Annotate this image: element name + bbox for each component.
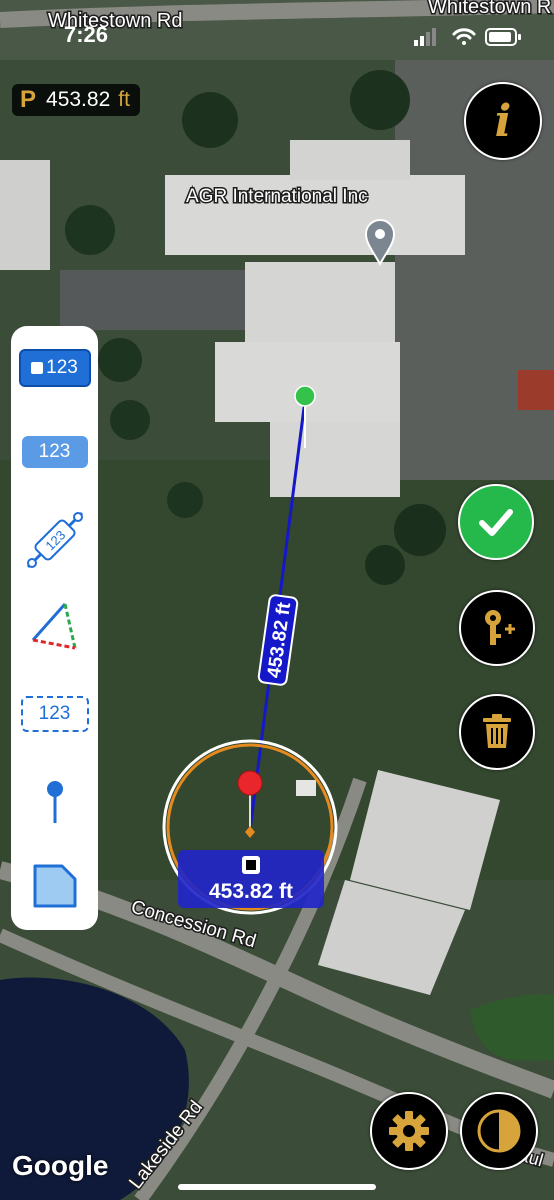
pin-icon — [46, 781, 63, 823]
settings-button[interactable] — [370, 1092, 448, 1170]
tool-palette: 123 123 123 123 — [11, 326, 98, 930]
distance-tool[interactable]: 123 — [17, 340, 92, 396]
text-label-chip: 123 — [21, 436, 88, 468]
pin-tool[interactable] — [17, 774, 92, 830]
signal-icon — [414, 28, 436, 46]
checkmark-icon — [479, 509, 513, 536]
area-tool-chip: 123 — [20, 696, 89, 732]
start-marker[interactable] — [294, 385, 316, 407]
distance-tool-chip: 123 — [18, 349, 91, 387]
wifi-icon — [452, 28, 476, 45]
text-label-tool[interactable]: 123 — [17, 424, 92, 480]
magnifier-readout: 453.82 ft — [178, 850, 324, 908]
stop-icon — [31, 362, 44, 374]
delete-button[interactable] — [459, 694, 535, 770]
perimeter-prefix: P — [20, 86, 37, 113]
shape-icon — [33, 864, 76, 908]
perimeter-unit: ft — [118, 88, 130, 111]
triangle-tool[interactable] — [17, 598, 92, 654]
text-label-tool-label: 123 — [38, 441, 71, 462]
google-watermark: Google — [12, 1150, 109, 1181]
segment-icon: 123 — [26, 511, 83, 569]
magnifier-readout-text: 453.82 ft — [209, 880, 293, 903]
area-tool-label: 123 — [38, 703, 71, 724]
perimeter-badge: P 453.82 ft — [12, 84, 140, 116]
info-icon: i — [494, 95, 512, 147]
confirm-button[interactable] — [458, 484, 534, 560]
contrast-icon — [477, 1109, 521, 1153]
info-button[interactable]: i — [464, 82, 542, 160]
status-icons — [414, 26, 522, 53]
perimeter-value: 453.82 — [46, 88, 111, 111]
distance-tool-label: 123 — [46, 357, 78, 378]
street-label-whitestown-right: Whitestown R — [428, 0, 551, 18]
triangle-icon — [31, 603, 76, 650]
shape-tool[interactable] — [17, 858, 92, 914]
area-tool[interactable]: 123 — [17, 686, 92, 742]
segment-tool[interactable]: 123 — [17, 511, 92, 569]
add-key-icon — [485, 610, 515, 645]
contrast-button[interactable] — [460, 1092, 538, 1170]
home-indicator[interactable] — [178, 1184, 376, 1190]
place-label: AGR International Inc — [186, 186, 368, 207]
add-point-button[interactable] — [459, 590, 535, 666]
battery-icon — [485, 28, 521, 46]
trash-icon — [483, 714, 511, 748]
status-time: 7:26 — [64, 22, 109, 47]
gear-icon — [389, 1111, 429, 1151]
